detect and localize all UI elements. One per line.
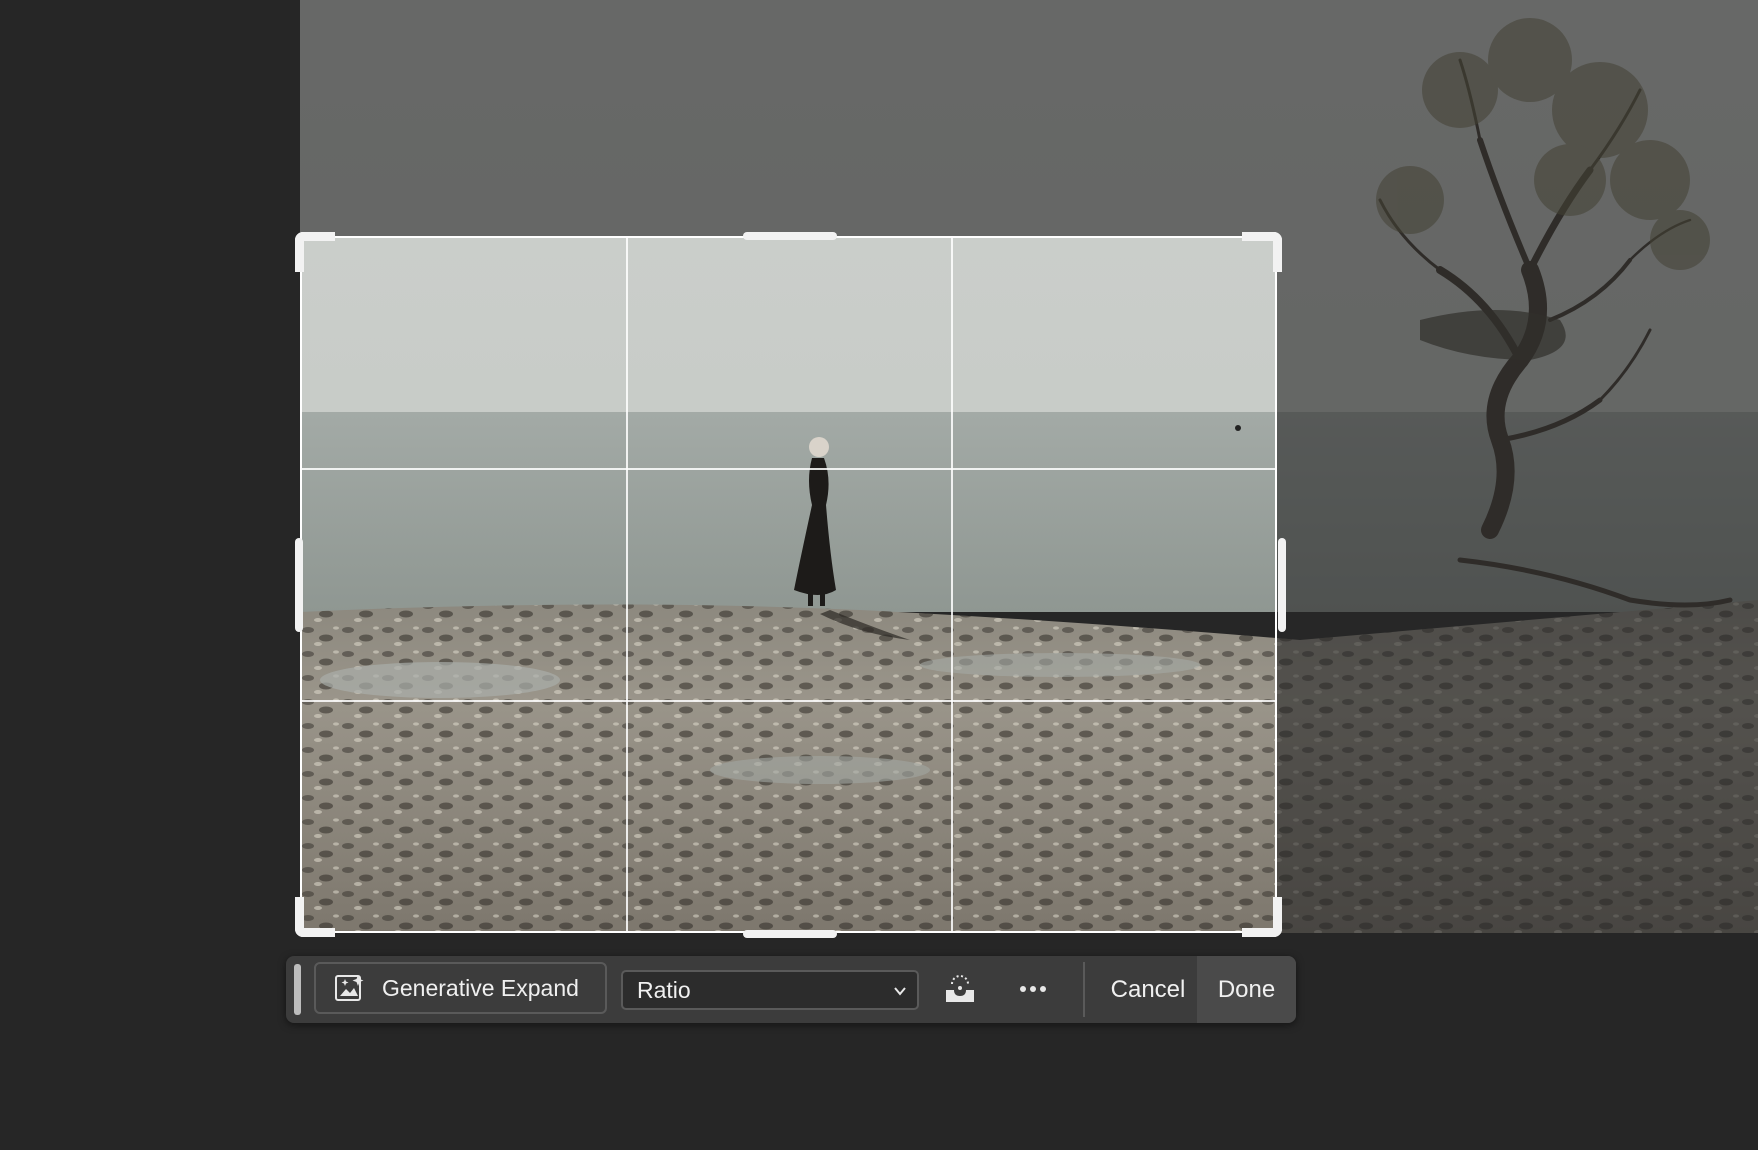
crop-grid-line xyxy=(951,238,953,931)
taskbar-drag-handle[interactable] xyxy=(294,964,301,1015)
crop-handle-bottom[interactable] xyxy=(743,930,837,938)
crop-dim-right xyxy=(1277,236,1758,933)
crop-dim-top xyxy=(300,0,1758,236)
done-button[interactable]: Done xyxy=(1197,956,1296,1023)
crop-handle-right[interactable] xyxy=(1278,538,1286,632)
crop-handle-top[interactable] xyxy=(743,232,837,240)
cancel-button[interactable]: Cancel xyxy=(1099,956,1197,1023)
ratio-dropdown[interactable]: Ratio xyxy=(621,970,919,1010)
crop-box[interactable] xyxy=(300,236,1277,933)
generative-expand-icon xyxy=(335,975,364,1001)
crop-grid-line xyxy=(302,468,1275,470)
crop-grid-line xyxy=(626,238,628,931)
toolbar-divider xyxy=(1083,962,1085,1017)
generative-expand-button[interactable]: Generative Expand xyxy=(314,962,607,1014)
crop-handle-bottom-left[interactable] xyxy=(295,897,335,937)
crop-handle-left[interactable] xyxy=(295,538,303,632)
ratio-dropdown-value: Ratio xyxy=(637,976,691,1003)
more-options-icon[interactable] xyxy=(1013,970,1053,1008)
straighten-icon[interactable] xyxy=(940,970,980,1008)
crop-handle-top-left[interactable] xyxy=(295,232,335,272)
crop-handle-bottom-right[interactable] xyxy=(1242,897,1282,937)
generative-expand-label: Generative Expand xyxy=(382,974,579,1001)
chevron-down-icon xyxy=(894,987,906,996)
crop-grid-line xyxy=(302,700,1275,702)
crop-contextual-taskbar: Generative Expand Ratio Cancel Done xyxy=(286,956,1296,1023)
crop-handle-top-right[interactable] xyxy=(1242,232,1282,272)
